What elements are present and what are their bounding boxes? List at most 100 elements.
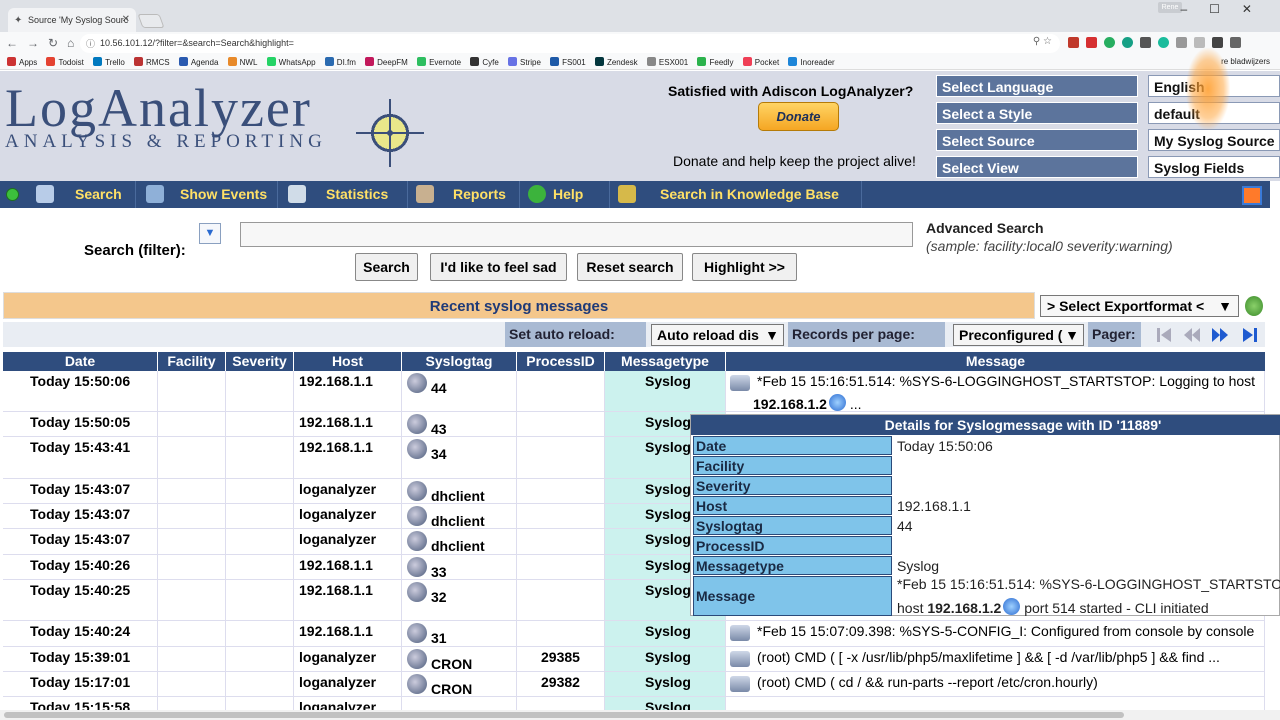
bookmark[interactable]: NWL — [227, 57, 257, 67]
menu-statistics[interactable]: Statistics — [282, 181, 408, 208]
bookmark[interactable]: Evernote — [417, 57, 461, 67]
col-severity[interactable]: Severity — [226, 352, 294, 371]
col-processid[interactable]: ProcessID — [517, 352, 605, 371]
menu-help[interactable]: Help — [522, 181, 610, 208]
highlight-button[interactable]: Highlight >> — [692, 253, 797, 281]
cell-facility — [158, 529, 226, 554]
new-tab-button[interactable] — [137, 14, 165, 28]
col-host[interactable]: Host — [294, 352, 402, 371]
url-field[interactable]: ⓘ 10.56.101.12/?filter=&search=Search&hi… — [80, 34, 1060, 53]
search-input[interactable] — [240, 222, 913, 247]
col-messagetype[interactable]: Messagetype — [605, 352, 726, 371]
message-details-icon[interactable] — [730, 375, 750, 391]
bookmark[interactable]: Apps — [7, 57, 37, 67]
extension-icon[interactable] — [1122, 37, 1133, 48]
syslogtag-globe-icon[interactable] — [407, 674, 427, 694]
extension-icon[interactable] — [1212, 37, 1223, 48]
bookmark[interactable]: WhatsApp — [266, 57, 316, 67]
bookmark[interactable]: FS001 — [550, 57, 586, 67]
browser-tab[interactable]: ✦ Source 'My Syslog Sourc ✕ — [8, 8, 136, 32]
col-syslogtag[interactable]: Syslogtag — [402, 352, 517, 371]
syslogtag-globe-icon[interactable] — [407, 481, 427, 501]
syslogtag-globe-icon[interactable] — [407, 414, 427, 434]
export-icon[interactable] — [1245, 296, 1263, 316]
info-help-icon[interactable] — [1003, 598, 1021, 615]
zoom-star-icon[interactable]: ⚲ ☆ — [1033, 36, 1052, 47]
reset-search-button[interactable]: Reset search — [577, 253, 683, 281]
nav-buttons[interactable]: ←→↻⌂ — [6, 36, 83, 50]
col-message[interactable]: Message — [726, 352, 1265, 371]
popup-value-host: 192.168.1.1 — [897, 498, 971, 514]
syslogtag-globe-icon[interactable] — [407, 531, 427, 551]
advanced-search-link[interactable]: Advanced Search — [926, 220, 1044, 236]
menu-icon[interactable] — [1230, 37, 1241, 48]
syslogtag-globe-icon[interactable] — [407, 582, 427, 602]
col-facility[interactable]: Facility — [158, 352, 226, 371]
pager-prev-icon[interactable] — [1182, 325, 1202, 345]
message-details-icon[interactable] — [730, 651, 750, 667]
search-dropdown-button[interactable]: ▼ — [199, 223, 221, 244]
calendar-icon[interactable] — [1242, 186, 1262, 205]
info-help-icon[interactable] — [828, 394, 846, 411]
syslogtag-globe-icon[interactable] — [407, 506, 427, 526]
bookmark[interactable]: RMCS — [134, 57, 170, 67]
extension-icon[interactable] — [1104, 37, 1115, 48]
search-button[interactable]: Search — [355, 253, 418, 281]
extensions[interactable] — [1068, 37, 1241, 48]
bookmark[interactable]: Agenda — [178, 57, 218, 67]
extension-icon[interactable] — [1140, 37, 1151, 48]
advanced-search-sample: (sample: facility:local0 severity:warnin… — [926, 238, 1173, 254]
syslogtag-globe-icon[interactable] — [407, 623, 427, 643]
view-dropdown[interactable]: Syslog Fields — [1148, 156, 1280, 178]
table-row[interactable]: Today 15:50:06 192.168.1.1 44 Syslog *Feb 15… — [3, 371, 1265, 412]
syslogtag-globe-icon[interactable] — [407, 373, 427, 393]
host-text: 192.168.1.1 — [299, 582, 373, 598]
pager-next-icon[interactable] — [1210, 325, 1230, 345]
feel-sad-button[interactable]: I'd like to feel sad — [430, 253, 567, 281]
pager-last-icon[interactable] — [1240, 325, 1260, 345]
export-format-dropdown[interactable]: > Select Exportformat < ▼ — [1040, 295, 1239, 317]
menu-search[interactable]: Search — [30, 181, 136, 208]
bookmark[interactable]: Pocket — [742, 57, 779, 67]
extension-icon[interactable] — [1086, 37, 1097, 48]
bookmark[interactable]: Todoist — [46, 57, 84, 67]
bookmark[interactable]: Cyfe — [470, 57, 499, 67]
profile-button[interactable]: Rene — [1158, 2, 1182, 13]
donate-button[interactable]: Donate — [758, 102, 839, 131]
bookmark[interactable]: DI.fm — [324, 57, 356, 67]
auto-reload-dropdown[interactable]: Auto reload dis ▼ — [651, 324, 784, 346]
bookmark[interactable]: ESX001 — [646, 57, 688, 67]
source-dropdown[interactable]: My Syslog Source — [1148, 129, 1280, 151]
pager-first-icon[interactable] — [1154, 325, 1174, 345]
loganalyzer-logo[interactable]: LogAnalyzer ANALYSIS & REPORTING — [5, 81, 327, 153]
extension-icon[interactable] — [1158, 37, 1169, 48]
syslogtag-globe-icon[interactable] — [407, 649, 427, 669]
table-row[interactable]: Today 15:40:24 192.168.1.1 31 Syslog *Feb 15… — [3, 621, 1265, 647]
records-per-page-dropdown[interactable]: Preconfigured (▼ — [953, 324, 1084, 346]
window-controls[interactable]: –☐✕ — [1181, 2, 1275, 16]
date-text: Today 15:17:01 — [30, 674, 131, 690]
bookmark[interactable]: Stripe — [508, 57, 541, 67]
message-details-icon[interactable] — [730, 625, 750, 641]
table-row[interactable]: Today 15:17:01 loganalyzer CRON 29382 Syslog… — [3, 672, 1265, 697]
menu-show-events[interactable]: Show Events — [140, 181, 278, 208]
bookmark[interactable]: Trello — [93, 57, 125, 67]
cell-host: 192.168.1.1 — [294, 555, 402, 579]
scrollbar-thumb[interactable] — [4, 712, 1124, 718]
tab-close-icon[interactable]: ✕ — [122, 14, 130, 25]
bookmark[interactable]: Feedly — [697, 57, 734, 67]
info-icon[interactable]: ⓘ — [86, 37, 95, 50]
bookmark[interactable]: DeepFM — [365, 57, 408, 67]
col-date[interactable]: Date — [3, 352, 158, 371]
table-row[interactable]: Today 15:39:01 loganalyzer CRON 29385 Syslog… — [3, 647, 1265, 672]
syslogtag-globe-icon[interactable] — [407, 439, 427, 459]
extension-icon[interactable] — [1194, 37, 1205, 48]
extension-icon[interactable] — [1176, 37, 1187, 48]
syslogtag-globe-icon[interactable] — [407, 557, 427, 577]
bookmark[interactable]: Zendesk — [594, 57, 638, 67]
menu-reports[interactable]: Reports — [410, 181, 520, 208]
menu-knowledge-base[interactable]: Search in Knowledge Base — [612, 181, 862, 208]
message-details-icon[interactable] — [730, 676, 750, 692]
bookmark[interactable]: Inoreader — [788, 57, 835, 67]
extension-icon[interactable] — [1068, 37, 1079, 48]
